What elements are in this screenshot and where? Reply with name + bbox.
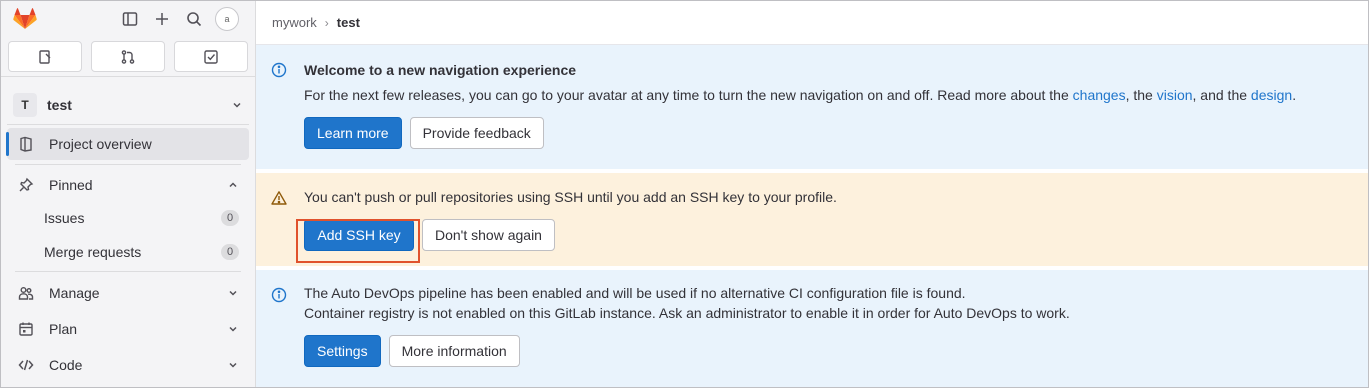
vision-link[interactable]: vision (1157, 87, 1193, 103)
devops-alert-line2: Container registry is not enabled on thi… (304, 305, 1070, 321)
welcome-text-mid1: , the (1125, 87, 1157, 103)
chevron-down-icon (227, 359, 239, 371)
breadcrumb-current[interactable]: test (337, 15, 360, 30)
sidebar-item-label: Project overview (49, 136, 152, 152)
info-icon (271, 287, 287, 303)
project-icon (17, 136, 35, 152)
breadcrumb-separator-icon: › (324, 15, 329, 30)
code-icon (17, 357, 35, 373)
chevron-down-icon (227, 287, 239, 299)
sidebar-item-label: Manage (49, 285, 100, 301)
learn-more-button[interactable]: Learn more (304, 117, 402, 149)
ssh-alert-text: You can't push or pull repositories usin… (304, 189, 837, 205)
user-avatar[interactable]: a (215, 7, 239, 31)
auto-devops-alert: The Auto DevOps pipeline has been enable… (256, 270, 1368, 387)
welcome-alert-title: Welcome to a new navigation experience (304, 62, 577, 78)
main-content: mywork › test Welcome to a new navigatio… (256, 1, 1368, 387)
sidebar-item-label: Issues (44, 210, 85, 226)
sidebar-separator (15, 164, 241, 165)
welcome-alert: Welcome to a new navigation experience F… (256, 45, 1368, 169)
welcome-text-before: For the next few releases, you can go to… (304, 87, 1073, 103)
sidebar-separator (15, 271, 241, 272)
sidebar-header: a (1, 1, 255, 37)
todos-tab[interactable] (174, 41, 248, 72)
info-icon (271, 62, 287, 78)
issues-count-badge: 0 (221, 210, 239, 226)
sidebar: a T test Project overview Pinned Issues … (1, 1, 256, 387)
breadcrumb-parent[interactable]: mywork (272, 15, 317, 30)
chevron-down-icon (231, 99, 243, 111)
sidebar-section-plan[interactable]: Plan (7, 311, 249, 347)
warning-icon (271, 190, 287, 206)
welcome-text-end: . (1292, 87, 1297, 103)
sidebar-item-project-overview[interactable]: Project overview (6, 128, 249, 160)
sidebar-section-code[interactable]: Code (7, 347, 249, 383)
sidebar-item-label: Code (49, 357, 83, 373)
project-avatar: T (13, 92, 37, 117)
ssh-key-alert: You can't push or pull repositories usin… (256, 173, 1368, 266)
chevron-down-icon (227, 323, 239, 335)
merge-requests-count-badge: 0 (221, 244, 239, 260)
more-information-button[interactable]: More information (388, 335, 520, 367)
devops-alert-line1: The Auto DevOps pipeline has been enable… (304, 285, 966, 301)
users-icon (17, 285, 35, 301)
gitlab-logo[interactable] (11, 5, 39, 33)
project-name: test (47, 96, 72, 113)
design-link[interactable]: design (1251, 87, 1292, 103)
toggle-sidebar-icon[interactable] (119, 8, 141, 30)
merge-requests-tab[interactable] (91, 41, 165, 72)
thumbtack-icon (17, 177, 35, 193)
sidebar-section-manage[interactable]: Manage (7, 275, 249, 311)
devops-alert-actions: Settings More information (304, 335, 1368, 367)
highlight-box (296, 219, 420, 263)
issues-tab[interactable] (8, 41, 82, 72)
ssh-alert-actions: Add SSH key Don't show again (304, 219, 1368, 251)
settings-button[interactable]: Settings (304, 335, 381, 367)
provide-feedback-button[interactable]: Provide feedback (409, 117, 544, 149)
project-switcher[interactable]: T test (7, 85, 249, 125)
changes-link[interactable]: changes (1073, 87, 1126, 103)
welcome-text-mid2: , and the (1192, 87, 1251, 103)
welcome-alert-text: For the next few releases, you can go to… (304, 87, 1368, 103)
chevron-up-icon (227, 179, 239, 191)
sidebar-item-label: Merge requests (44, 244, 142, 260)
search-icon[interactable] (183, 8, 205, 30)
sidebar-item-label: Plan (49, 321, 78, 337)
calendar-icon (17, 321, 35, 337)
dont-show-again-button[interactable]: Don't show again (422, 219, 555, 251)
plus-icon[interactable] (151, 8, 173, 30)
sidebar-section-pinned[interactable]: Pinned (7, 169, 249, 201)
app-window: a T test Project overview Pinned Issues … (0, 0, 1369, 388)
sidebar-quick-tabs (1, 37, 255, 72)
sidebar-item-merge-requests[interactable]: Merge requests 0 (7, 235, 249, 269)
avatar-alt-text: a (224, 14, 230, 24)
sidebar-item-label: Pinned (49, 177, 93, 193)
welcome-alert-actions: Learn more Provide feedback (304, 117, 1368, 149)
sidebar-divider (1, 76, 255, 77)
sidebar-item-issues[interactable]: Issues 0 (7, 201, 249, 235)
breadcrumb: mywork › test (256, 1, 1368, 45)
